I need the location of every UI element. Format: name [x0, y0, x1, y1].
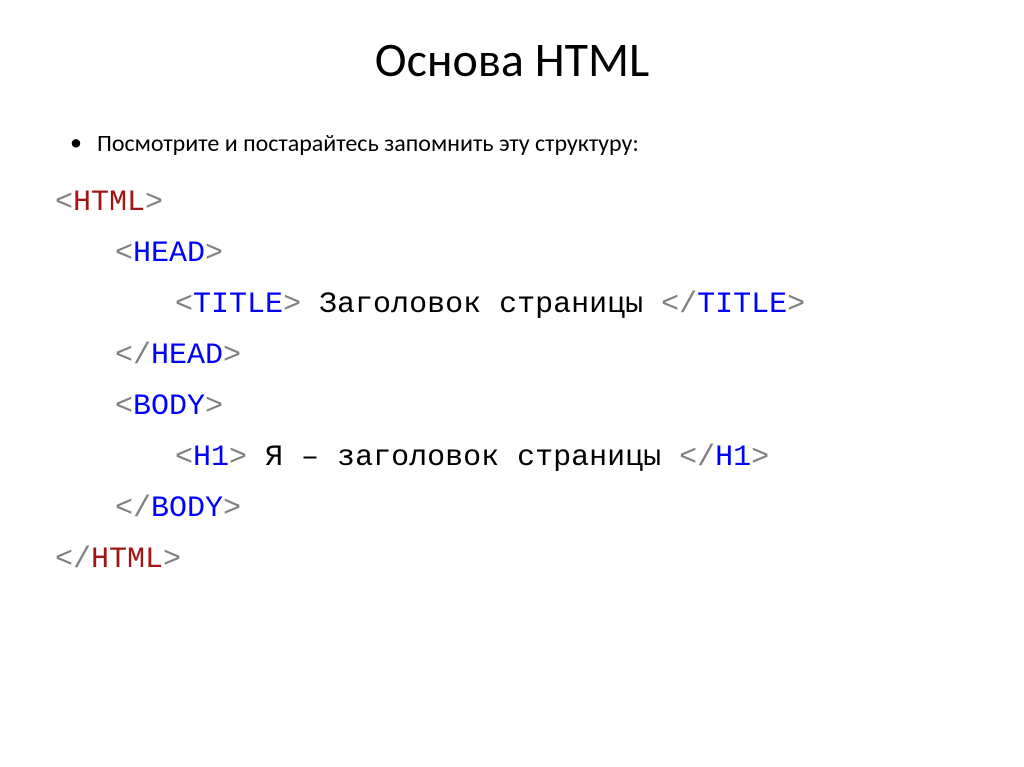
bracket: <	[115, 237, 133, 271]
tag-body: BODY	[133, 390, 205, 424]
tag-title-close: TITLE	[697, 288, 787, 322]
code-line-3: <TITLE> Заголовок страницы </TITLE>	[55, 280, 974, 331]
bracket: </	[55, 543, 91, 577]
tag-h1-close: H1	[715, 441, 751, 475]
bullet-text: Посмотрите и постарайтесь запомнить эту …	[97, 129, 639, 158]
code-line-4: </HEAD>	[55, 331, 974, 382]
code-line-5: <BODY>	[55, 382, 974, 433]
tag-head-close: HEAD	[151, 339, 223, 373]
bracket: <	[115, 390, 133, 424]
code-line-6: <H1> Я – заголовок страницы </H1>	[55, 433, 974, 484]
bracket: >	[163, 543, 181, 577]
h1-text: Я – заголовок страницы	[247, 441, 679, 475]
bracket: >	[205, 390, 223, 424]
bracket: </	[679, 441, 715, 475]
bracket: >	[229, 441, 247, 475]
bracket: <	[175, 441, 193, 475]
bracket: </	[661, 288, 697, 322]
tag-html-close: HTML	[91, 543, 163, 577]
bullet-icon: •	[70, 129, 82, 158]
bracket: <	[175, 288, 193, 322]
tag-body-close: BODY	[151, 492, 223, 526]
bracket: <	[55, 186, 73, 220]
slide-title: Основа HTML	[50, 30, 974, 89]
code-line-8: </HTML>	[55, 535, 974, 586]
bracket: </	[115, 339, 151, 373]
tag-head: HEAD	[133, 237, 205, 271]
tag-title: TITLE	[193, 288, 283, 322]
bracket: </	[115, 492, 151, 526]
bracket: >	[223, 339, 241, 373]
bracket: >	[787, 288, 805, 322]
title-text: Заголовок страницы	[301, 288, 661, 322]
code-block: <HTML> <HEAD> <TITLE> Заголовок страницы…	[50, 178, 974, 586]
code-line-7: </BODY>	[55, 484, 974, 535]
bracket: >	[223, 492, 241, 526]
code-line-1: <HTML>	[55, 178, 974, 229]
bullet-item: • Посмотрите и постарайтесь запомнить эт…	[50, 129, 974, 158]
code-line-2: <HEAD>	[55, 229, 974, 280]
bracket: >	[751, 441, 769, 475]
bracket: >	[145, 186, 163, 220]
tag-html: HTML	[73, 186, 145, 220]
bracket: >	[283, 288, 301, 322]
bracket: >	[205, 237, 223, 271]
tag-h1: H1	[193, 441, 229, 475]
